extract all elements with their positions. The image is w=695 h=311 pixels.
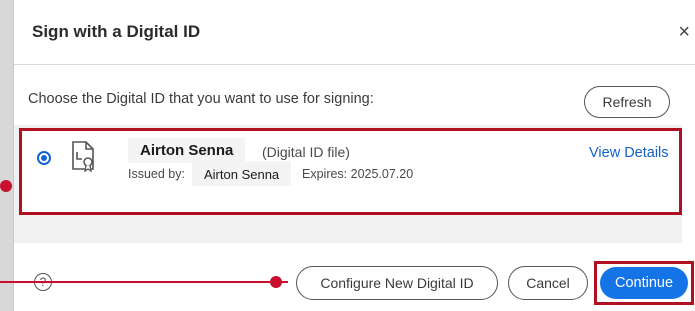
view-details-link[interactable]: View Details xyxy=(589,145,669,161)
continue-button[interactable]: Continue xyxy=(600,267,688,299)
id-file-type: (Digital ID file) xyxy=(262,144,350,160)
refresh-button[interactable]: Refresh xyxy=(584,86,670,118)
continue-highlight: Continue xyxy=(594,261,694,305)
id-name: Airton Senna xyxy=(128,138,246,163)
cancel-button[interactable]: Cancel xyxy=(508,266,588,300)
annotation-marker-left xyxy=(0,180,12,192)
id-radio-button[interactable] xyxy=(37,151,51,165)
configure-new-digital-id-button[interactable]: Configure New Digital ID xyxy=(296,266,498,300)
close-icon[interactable]: × xyxy=(678,22,690,42)
instruction-text: Choose the Digital ID that you want to u… xyxy=(28,91,374,107)
digital-id-item[interactable]: Airton Senna (Digital ID file) Issued by… xyxy=(19,128,682,215)
annotation-pointer-line xyxy=(0,281,288,283)
dialog-title: Sign with a Digital ID xyxy=(32,22,201,41)
annotation-marker-configure xyxy=(270,276,282,288)
certificate-file-icon xyxy=(72,141,94,172)
sign-digital-id-dialog: Sign with a Digital ID × Choose the Digi… xyxy=(13,0,695,311)
issued-by-label: Issued by: xyxy=(128,167,185,181)
issuer-name: Airton Senna xyxy=(192,161,292,186)
header-divider xyxy=(14,64,695,65)
expiry-date: Expires: 2025.07.20 xyxy=(302,167,414,181)
